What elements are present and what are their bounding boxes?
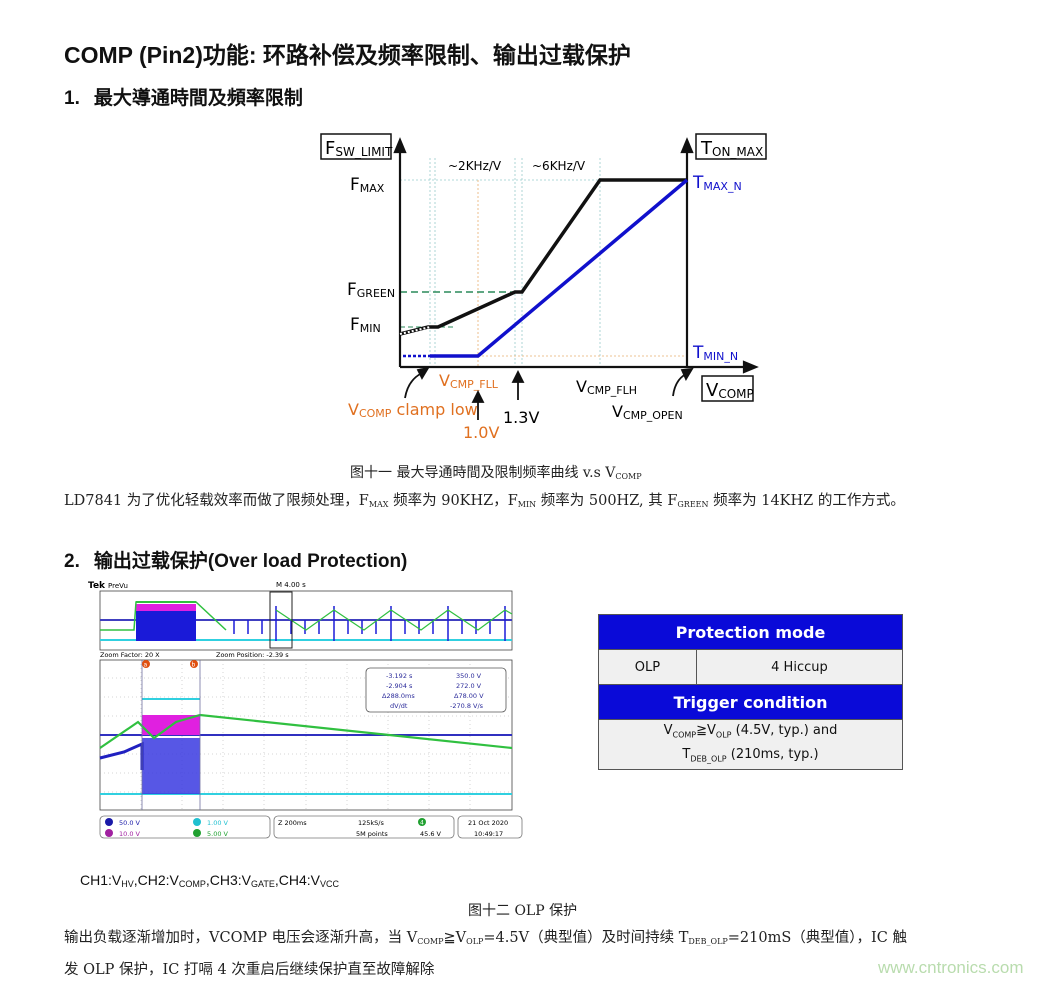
cursor-a-value: 350.0 V	[456, 672, 482, 680]
section-2-heading: 2. 输出过载保护(Over load Protection)	[64, 546, 407, 573]
mode-cell: OLP	[598, 649, 697, 685]
hiccup-cell: 4 Hiccup	[695, 649, 904, 685]
ch4-scale: 5.00 V	[207, 830, 229, 838]
paragraph-frequency-limits: LD7841 为了优化轻载效率而做了限频处理，FMAX 频率为 90KHZ，FM…	[64, 493, 905, 509]
section-number: 1.	[64, 88, 80, 109]
protection-mode-header: Protection mode	[598, 614, 903, 650]
vcmp-fll-label: VCMP_FLL	[439, 371, 499, 391]
svg-text:b: b	[192, 662, 196, 669]
record-length: 5M points	[356, 830, 388, 838]
figure-12-caption: 图十二 OLP 保护	[468, 903, 578, 919]
fgreen-label: FGREEN	[347, 280, 395, 300]
sample-rate: 125kS/s	[358, 819, 384, 827]
delta-time: Δ288.0ms	[382, 692, 415, 700]
freq-limit-curve	[399, 178, 687, 336]
trigger-condition-cell: VCOMP≧VOLP (4.5V, typ.) and TDEB_OLP (21…	[598, 718, 903, 771]
zoom-timebase: Z 200ms	[278, 819, 307, 827]
vcomp-clamp-low-label: VCOMP clamp low	[348, 400, 478, 420]
fmax-label: FMAX	[350, 175, 385, 195]
delta-value: Δ78.00 V	[454, 692, 484, 700]
figure-11-caption: 图十一 最大导通時間及限制频率曲线 v.s VCOMP	[350, 465, 642, 481]
dvdt-value: -270.8 V/s	[450, 702, 484, 710]
slope-2khz-label: ~2KHz/V	[448, 159, 502, 173]
vcmp-flh-label: VCMP_FLH	[576, 377, 637, 397]
dvdt-label: dV/dt	[390, 702, 408, 710]
cursor-b-time: -2.904 s	[386, 682, 413, 690]
protection-table: Protection mode OLP 4 Hiccup Trigger con…	[598, 614, 904, 771]
fmin-label: FMIN	[350, 315, 381, 335]
vcmp-open-label: VCMP_OPEN	[612, 402, 683, 422]
slope-6khz-label: ~6KHz/V	[532, 159, 586, 173]
scope-mode: PreVu	[108, 582, 128, 590]
section-1-heading: 1. 最大導通時間及頻率限制	[64, 83, 303, 110]
cursor-b-value: 272.0 V	[456, 682, 482, 690]
trigger-condition-header: Trigger condition	[598, 684, 903, 720]
cursor-a-time: -3.192 s	[386, 672, 413, 680]
scope-timebase: M 4.00 s	[276, 581, 306, 589]
ton-max-curve	[430, 178, 689, 358]
scope-brand: Tek	[88, 581, 106, 591]
section-title: 输出过载保护(Over load Protection)	[93, 551, 408, 572]
section-number: 2.	[64, 551, 80, 572]
page-title: COMP (Pin2)功能: 环路补偿及频率限制、输出过载保护	[64, 42, 631, 68]
svg-text:a: a	[144, 662, 148, 669]
ch3-scale: 10.0 V	[119, 830, 141, 838]
trigger-channel: 4	[420, 820, 424, 827]
trigger-level: 45.6 V	[420, 830, 442, 838]
section-title: 最大導通時間及頻率限制	[93, 88, 303, 109]
tmin-label: TMIN_N	[692, 343, 738, 363]
scope-date: 21 Oct 2020	[468, 819, 508, 827]
frequency-limit-diagram: FSW_LIMIT TON_MAX VCOMP FMAX FGREEN FMIN…	[320, 133, 767, 442]
voltage-1-3v-label: 1.3V	[503, 408, 539, 427]
zoom-factor: Zoom Factor: 20 X	[100, 651, 160, 659]
tmax-label: TMAX_N	[692, 173, 742, 193]
scope-time: 10:49:17	[474, 830, 503, 838]
oscilloscope-capture: Tek PreVu M 4.00 s Zoom Factor: 20 X Zoo…	[86, 578, 526, 842]
watermark: www.cntronics.com	[878, 958, 1024, 977]
ch1-scale: 50.0 V	[119, 819, 141, 827]
channel-legend: CH1:VHV,CH2:VCOMP,CH3:VGATE,CH4:VVCC	[80, 872, 339, 889]
ch2-scale: 1.00 V	[207, 819, 229, 827]
voltage-1v-label: 1.0V	[463, 423, 499, 442]
zoom-position: Zoom Position: -2.39 s	[216, 651, 289, 659]
